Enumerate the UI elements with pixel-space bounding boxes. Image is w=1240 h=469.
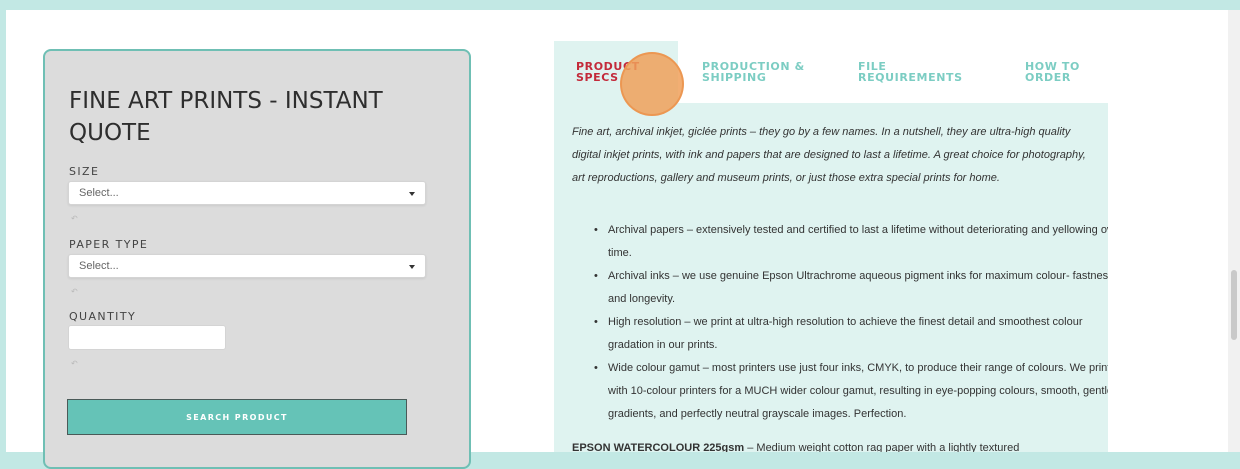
quantity-label: QUANTITY — [69, 310, 137, 323]
click-indicator — [620, 52, 684, 116]
undo-icon: ↶ — [71, 214, 78, 223]
tab-production-shipping[interactable]: PRODUCTION & SHIPPING — [678, 41, 828, 103]
product-specs-panel: Fine art, archival inkjet, giclée prints… — [554, 103, 1108, 452]
features-list: Archival papers – extensively tested and… — [572, 219, 1108, 426]
tab-production-shipping-line2: SHIPPING — [702, 71, 767, 84]
chevron-down-icon — [409, 192, 415, 196]
size-select-value: Select... — [79, 187, 119, 199]
tab-how-to-order[interactable]: HOW TO ORDER — [978, 41, 1108, 103]
list-item: High resolution – we print at ultra-high… — [594, 311, 1108, 357]
epson-watercolour-title: EPSON WATERCOLOUR 225gsm — [572, 442, 745, 452]
tab-how-to-order-line2: ORDER — [1025, 71, 1071, 84]
epson-watercolour-text: – Medium weight cotton rag paper with a … — [744, 442, 1020, 452]
size-label: SIZE — [69, 165, 100, 178]
list-item: Archival papers – extensively tested and… — [594, 219, 1108, 265]
list-item: Wide colour gamut – most printers use ju… — [594, 357, 1108, 426]
quote-title: FINE ART PRINTS - INSTANT QUOTE — [69, 88, 383, 146]
list-item: Archival inks – we use genuine Epson Ult… — [594, 265, 1108, 311]
chevron-down-icon — [409, 265, 415, 269]
tab-file-requirements-line2: REQUIREMENTS — [858, 71, 963, 84]
undo-icon: ↶ — [71, 287, 78, 296]
scrollbar-thumb[interactable] — [1231, 270, 1237, 340]
paper-type-label: PAPER TYPE — [69, 238, 149, 251]
paper-type-select-value: Select... — [79, 260, 119, 272]
search-product-button[interactable]: SEARCH PRODUCT — [67, 399, 407, 435]
epson-watercolour-paragraph: EPSON WATERCOLOUR 225gsm – Medium weight… — [572, 437, 1108, 452]
tab-file-requirements[interactable]: FILE REQUIREMENTS — [828, 41, 978, 103]
intro-paragraph: Fine art, archival inkjet, giclée prints… — [572, 126, 1086, 184]
instant-quote-card: FINE ART PRINTS - INSTANT QUOTE SIZE Sel… — [43, 49, 471, 469]
undo-icon: ↶ — [71, 359, 78, 368]
paper-type-select[interactable]: Select... — [68, 254, 426, 278]
quantity-input[interactable] — [68, 325, 226, 350]
size-select[interactable]: Select... — [68, 181, 426, 205]
scrollbar[interactable] — [1228, 10, 1240, 452]
